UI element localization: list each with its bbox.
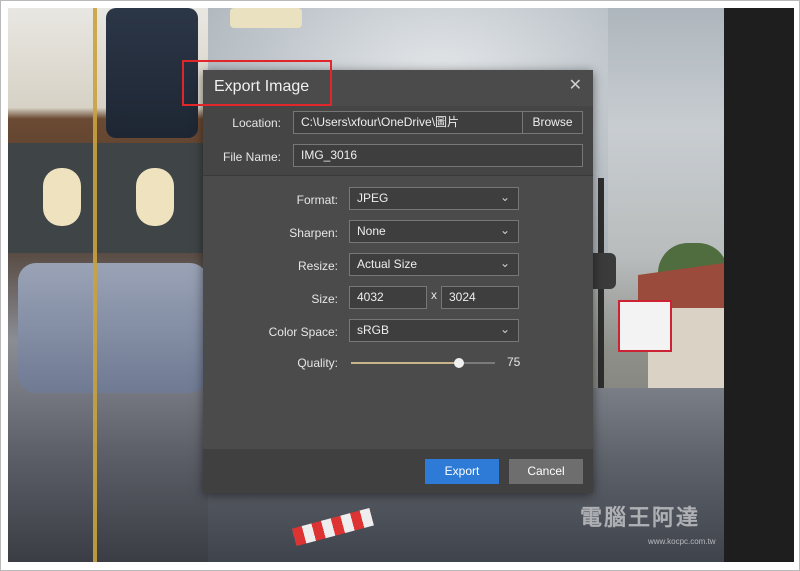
color-space-value: sRGB bbox=[357, 323, 390, 337]
lamp-post bbox=[598, 178, 604, 418]
cancel-button[interactable]: Cancel bbox=[509, 459, 583, 484]
location-field[interactable]: C:\Users\xfour\OneDrive\圖片 bbox=[293, 111, 523, 134]
quality-slider-fill bbox=[351, 362, 459, 364]
dialog-footer: Export Cancel bbox=[203, 449, 593, 493]
red-emblem-sign bbox=[618, 300, 672, 352]
gold-pole bbox=[93, 8, 97, 562]
format-value: JPEG bbox=[357, 191, 389, 205]
resize-select[interactable]: Actual Size ⌄ bbox=[349, 253, 519, 276]
quality-label: Quality: bbox=[297, 356, 338, 370]
lantern bbox=[43, 168, 81, 226]
height-input[interactable]: 3024 bbox=[441, 286, 519, 309]
size-separator: x bbox=[431, 288, 437, 302]
sharpen-label: Sharpen: bbox=[289, 226, 338, 240]
watermark: 電腦王阿達 bbox=[580, 505, 701, 530]
file-name-input[interactable]: IMG_3016 bbox=[293, 144, 583, 167]
hanging-sign bbox=[230, 8, 302, 28]
location-label: Location: bbox=[232, 116, 281, 130]
export-image-dialog: Export Image ✕ Location: C:\Users\xfour\… bbox=[203, 70, 593, 493]
format-label: Format: bbox=[296, 193, 338, 207]
highlight-box bbox=[182, 60, 332, 106]
chevron-down-icon: ⌄ bbox=[499, 190, 510, 204]
divider bbox=[203, 175, 593, 176]
chevron-down-icon: ⌄ bbox=[499, 256, 510, 270]
width-input[interactable]: 4032 bbox=[349, 286, 427, 309]
watermark-url: www.kocpc.com.tw bbox=[648, 537, 716, 546]
color-space-label: Color Space: bbox=[268, 325, 338, 339]
screenshot-frame: 電腦王阿達 www.kocpc.com.tw Export Image ✕ Lo… bbox=[0, 0, 800, 571]
chevron-down-icon: ⌄ bbox=[499, 322, 510, 336]
color-space-select[interactable]: sRGB ⌄ bbox=[349, 319, 519, 342]
resize-value: Actual Size bbox=[357, 257, 418, 271]
chevron-down-icon: ⌄ bbox=[499, 223, 510, 237]
dark-edge bbox=[724, 8, 794, 562]
quality-slider-handle[interactable] bbox=[454, 358, 464, 368]
file-name-label: File Name: bbox=[222, 150, 281, 164]
close-icon[interactable]: ✕ bbox=[569, 75, 582, 95]
sharpen-value: None bbox=[357, 224, 386, 238]
quality-value: 75 bbox=[507, 355, 521, 369]
lantern bbox=[136, 168, 174, 226]
file-section: Location: C:\Users\xfour\OneDrive\圖片 Bro… bbox=[203, 106, 593, 175]
resize-label: Resize: bbox=[297, 259, 338, 273]
format-select[interactable]: JPEG ⌄ bbox=[349, 187, 519, 210]
people-on-float bbox=[18, 263, 208, 393]
sharpen-select[interactable]: None ⌄ bbox=[349, 220, 519, 243]
quality-slider[interactable] bbox=[351, 358, 495, 368]
export-button[interactable]: Export bbox=[425, 459, 499, 484]
browse-button[interactable]: Browse bbox=[523, 111, 583, 134]
size-label: Size: bbox=[311, 292, 338, 306]
